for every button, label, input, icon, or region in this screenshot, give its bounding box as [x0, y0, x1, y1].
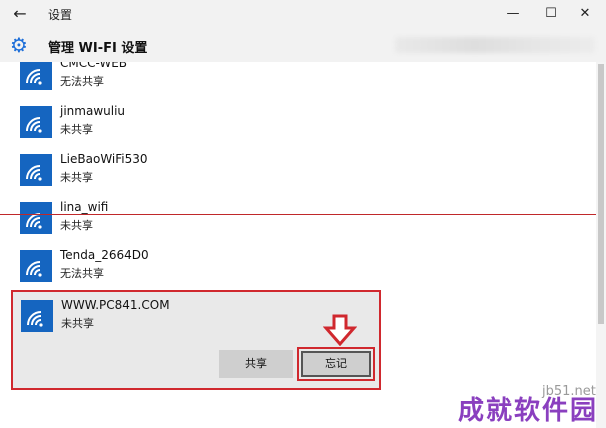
forget-button[interactable]: 忘记 [301, 351, 371, 377]
watermark: jb51.net 成就软件园 [456, 384, 602, 428]
network-status: 未共享 [60, 171, 93, 184]
network-item[interactable]: CMCC-WEB 无法共享 [20, 62, 580, 94]
window-title: 设置 [48, 8, 73, 22]
network-status: 未共享 [60, 219, 93, 232]
wifi-icon [20, 106, 52, 138]
scrollbar-thumb[interactable] [598, 64, 604, 324]
network-ssid: WWW.PC841.COM [61, 298, 170, 312]
minimize-button[interactable]: — [498, 2, 528, 26]
wifi-icon [20, 250, 52, 282]
network-ssid: Tenda_2664D0 [60, 248, 149, 262]
page-header: ⚙ 管理 WI-FI 设置 [0, 28, 606, 62]
blurred-region [395, 37, 595, 53]
selected-network-item[interactable]: WWW.PC841.COM 未共享 共享 忘记 [11, 290, 381, 390]
forget-button-highlight: 忘记 [297, 347, 375, 381]
network-status: 未共享 [60, 123, 93, 136]
gear-icon: ⚙ [10, 33, 28, 57]
network-ssid: CMCC-WEB [60, 62, 128, 70]
red-guide-line [0, 214, 606, 215]
network-status: 未共享 [61, 317, 94, 330]
watermark-text: 成就软件园 [458, 396, 599, 426]
network-ssid: lina_wifi [60, 200, 109, 214]
back-arrow-icon[interactable]: ← [10, 4, 30, 24]
selected-network-row[interactable]: WWW.PC841.COM 未共享 [21, 298, 361, 336]
share-button[interactable]: 共享 [219, 350, 293, 378]
wifi-icon [21, 300, 53, 332]
network-item[interactable]: lina_wifi 未共享 [20, 200, 580, 238]
network-item[interactable]: Tenda_2664D0 无法共享 [20, 248, 580, 286]
network-item[interactable]: jinmawuliu 未共享 [20, 104, 580, 142]
network-item[interactable]: LieBaoWiFi530 未共享 [20, 152, 580, 190]
wifi-icon [20, 202, 52, 234]
network-status: 无法共享 [60, 75, 104, 88]
network-status: 无法共享 [60, 267, 104, 280]
wifi-icon [20, 62, 52, 90]
close-button[interactable]: ✕ [570, 2, 600, 26]
title-bar: ← 设置 — ☐ ✕ [0, 0, 606, 28]
page-title: 管理 WI-FI 设置 [48, 41, 148, 56]
network-ssid: LieBaoWiFi530 [60, 152, 148, 166]
wifi-icon [20, 154, 52, 186]
network-ssid: jinmawuliu [60, 104, 126, 118]
down-arrow-icon [323, 314, 357, 346]
maximize-button[interactable]: ☐ [536, 2, 566, 26]
